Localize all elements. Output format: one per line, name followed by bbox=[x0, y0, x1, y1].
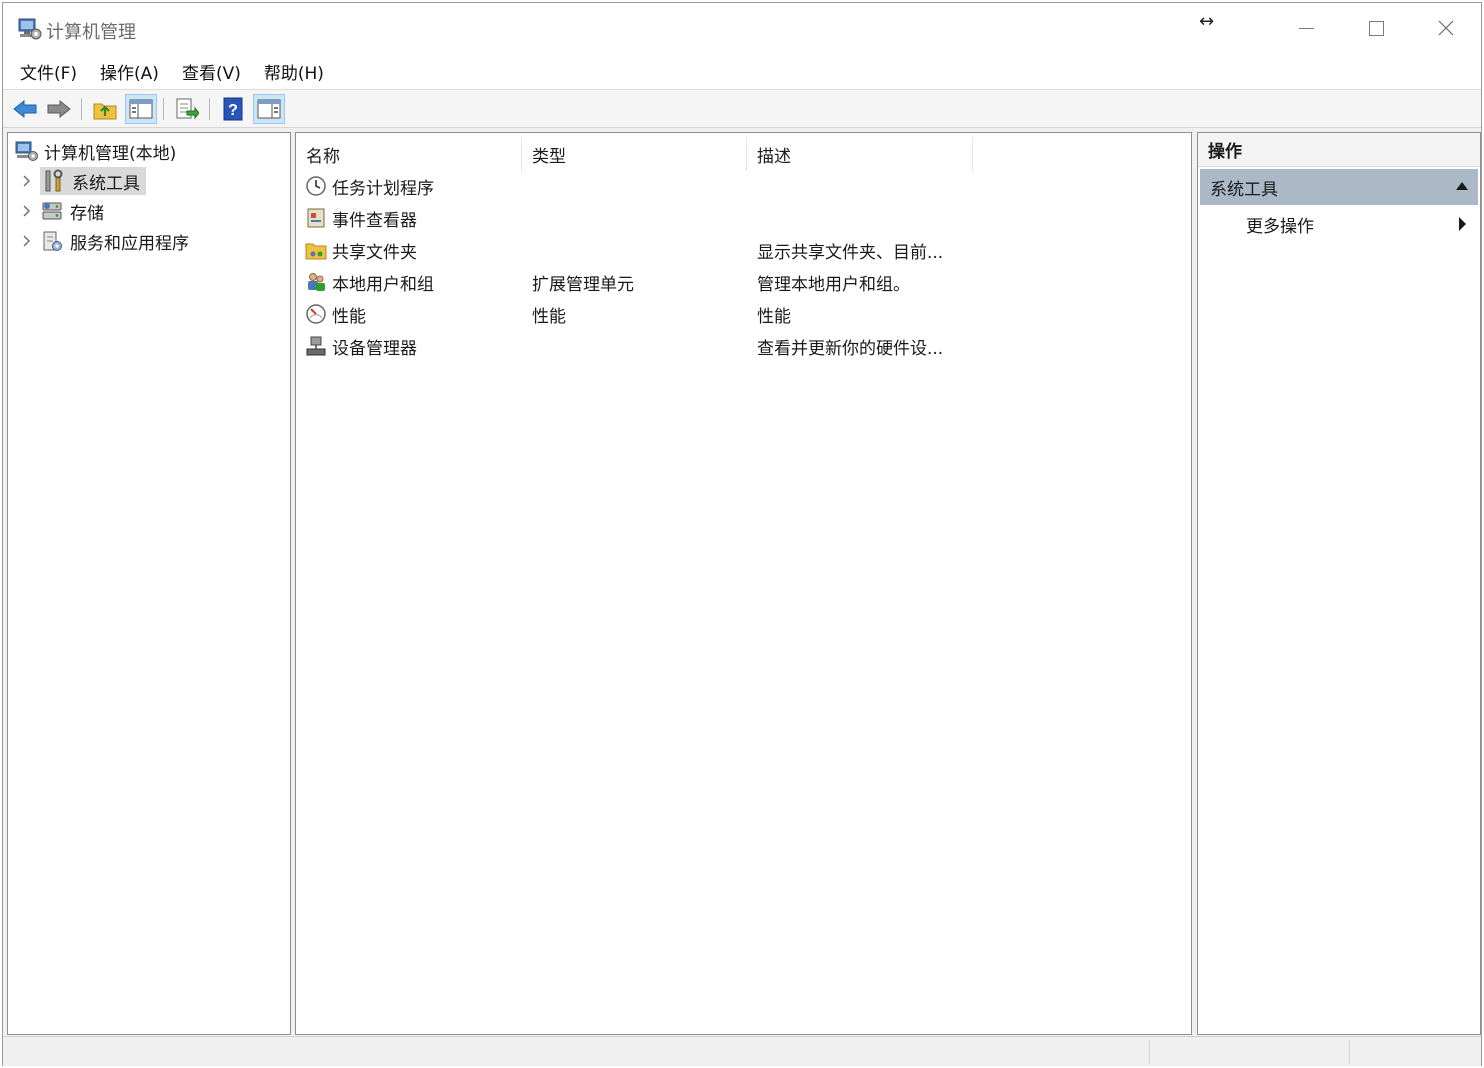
tree-item-system-tools[interactable]: 系统工具 bbox=[20, 167, 146, 195]
up-one-level-button[interactable] bbox=[89, 94, 121, 124]
toolbar-separator bbox=[163, 98, 164, 120]
window-title: 计算机管理 bbox=[46, 22, 136, 43]
row-name: 设备管理器 bbox=[332, 338, 417, 359]
toolbar: ? bbox=[3, 90, 1481, 128]
back-arrow-icon bbox=[13, 99, 37, 119]
list-row[interactable]: 任务计划程序 bbox=[296, 171, 1191, 201]
tree-item-label: 存储 bbox=[70, 203, 104, 224]
show-hide-console-tree-icon bbox=[129, 99, 153, 119]
storage-icon bbox=[40, 199, 64, 223]
column-header-name[interactable]: 名称 bbox=[296, 137, 522, 171]
results-list-pane: 名称 类型 描述 任务计划程序 事件查看器 共享文件夹 显示共享文件夹、目前..… bbox=[295, 132, 1192, 1035]
menu-view[interactable]: 查看(V) bbox=[173, 59, 250, 84]
tree-root-label: 计算机管理(本地) bbox=[44, 143, 177, 164]
maximize-button[interactable] bbox=[1341, 3, 1411, 53]
export-list-button[interactable] bbox=[171, 94, 203, 124]
tree-item-label: 服务和应用程序 bbox=[70, 233, 189, 254]
device-manager-icon bbox=[304, 334, 328, 358]
collapse-up-icon[interactable] bbox=[1456, 182, 1468, 190]
show-hide-action-pane-button[interactable] bbox=[253, 94, 285, 124]
toolbar-separator bbox=[81, 98, 82, 120]
performance-icon bbox=[304, 302, 328, 326]
menu-help[interactable]: 帮助(H) bbox=[255, 59, 333, 84]
toolbar-separator bbox=[209, 98, 210, 120]
row-name: 性能 bbox=[332, 306, 366, 327]
tree-item-services-apps[interactable]: 服务和应用程序 bbox=[20, 227, 189, 255]
menu-file[interactable]: 文件(F) bbox=[11, 59, 86, 84]
chevron-right-icon[interactable] bbox=[20, 174, 34, 188]
row-name: 事件查看器 bbox=[332, 210, 417, 231]
row-description: 查看并更新你的硬件设... bbox=[757, 338, 944, 359]
actions-section-label: 系统工具 bbox=[1210, 179, 1278, 200]
users-icon bbox=[304, 270, 328, 294]
forward-button[interactable] bbox=[43, 94, 75, 124]
tree-item-storage[interactable]: 存储 bbox=[20, 197, 104, 225]
more-actions-label: 更多操作 bbox=[1246, 216, 1314, 237]
menu-bar: 文件(F) 操作(A) 查看(V) 帮助(H) bbox=[3, 53, 1481, 89]
chevron-right-icon[interactable] bbox=[20, 204, 34, 218]
row-name: 任务计划程序 bbox=[332, 178, 434, 199]
minimize-button[interactable] bbox=[1271, 3, 1341, 53]
tools-icon bbox=[42, 169, 66, 193]
back-button[interactable] bbox=[9, 94, 41, 124]
minimize-icon bbox=[1298, 27, 1314, 29]
row-description: 性能 bbox=[757, 306, 791, 327]
more-actions-item[interactable]: 更多操作 bbox=[1200, 207, 1478, 241]
status-bar-section bbox=[1149, 1040, 1249, 1064]
shared-folder-icon bbox=[304, 238, 328, 262]
list-row[interactable]: 共享文件夹 显示共享文件夹、目前... bbox=[296, 235, 1191, 265]
tree-item-label: 系统工具 bbox=[72, 173, 140, 194]
event-viewer-icon bbox=[304, 206, 328, 230]
up-folder-icon bbox=[93, 103, 117, 120]
maximize-icon bbox=[1368, 20, 1384, 36]
forward-arrow-icon bbox=[47, 99, 71, 119]
close-button[interactable] bbox=[1411, 3, 1481, 53]
row-name: 本地用户和组 bbox=[332, 274, 434, 295]
list-row[interactable]: 事件查看器 bbox=[296, 203, 1191, 233]
svg-text:?: ? bbox=[228, 102, 238, 119]
computer-management-window: 计算机管理 ↔ 文件(F) 操作(A) 查看(V) 帮助(H) ? 计算机管理(… bbox=[2, 2, 1482, 1066]
actions-pane-title: 操作 bbox=[1198, 133, 1480, 167]
show-hide-action-pane-icon bbox=[257, 99, 281, 119]
row-description: 显示共享文件夹、目前... bbox=[757, 242, 944, 263]
clock-icon bbox=[304, 174, 328, 198]
row-name: 共享文件夹 bbox=[332, 242, 417, 263]
title-bar: 计算机管理 ↔ bbox=[3, 3, 1481, 53]
resize-cursor-icon: ↔ bbox=[1199, 11, 1215, 32]
actions-section-header[interactable]: 系统工具 bbox=[1200, 169, 1478, 205]
close-icon bbox=[1438, 20, 1454, 36]
submenu-arrow-icon bbox=[1459, 217, 1466, 231]
show-hide-console-tree-button[interactable] bbox=[125, 94, 157, 124]
list-row[interactable]: 性能 性能 性能 bbox=[296, 299, 1191, 329]
console-tree-pane: 计算机管理(本地) 系统工具 存储 服务和应用程序 bbox=[7, 132, 291, 1035]
chevron-right-icon[interactable] bbox=[20, 234, 34, 248]
row-description: 管理本地用户和组。 bbox=[757, 274, 910, 295]
tree-root[interactable]: 计算机管理(本地) bbox=[14, 137, 176, 165]
column-header-type[interactable]: 类型 bbox=[522, 137, 747, 171]
services-icon bbox=[40, 229, 64, 253]
list-row[interactable]: 本地用户和组 扩展管理单元 管理本地用户和组。 bbox=[296, 267, 1191, 297]
status-bar bbox=[3, 1036, 1481, 1066]
help-button[interactable]: ? bbox=[217, 94, 249, 124]
computer-management-icon bbox=[14, 139, 38, 163]
help-icon: ? bbox=[223, 97, 243, 121]
actions-pane: 操作 系统工具 更多操作 bbox=[1197, 132, 1481, 1035]
computer-management-icon bbox=[16, 16, 42, 42]
list-row[interactable]: 设备管理器 查看并更新你的硬件设... bbox=[296, 331, 1191, 361]
row-type: 性能 bbox=[532, 306, 566, 327]
column-header-description[interactable]: 描述 bbox=[747, 137, 973, 171]
export-list-icon bbox=[176, 98, 199, 120]
tree-item-selected-highlight: 系统工具 bbox=[40, 167, 146, 195]
row-type: 扩展管理单元 bbox=[532, 274, 634, 295]
status-bar-section bbox=[1349, 1040, 1479, 1064]
menu-action[interactable]: 操作(A) bbox=[91, 59, 168, 84]
